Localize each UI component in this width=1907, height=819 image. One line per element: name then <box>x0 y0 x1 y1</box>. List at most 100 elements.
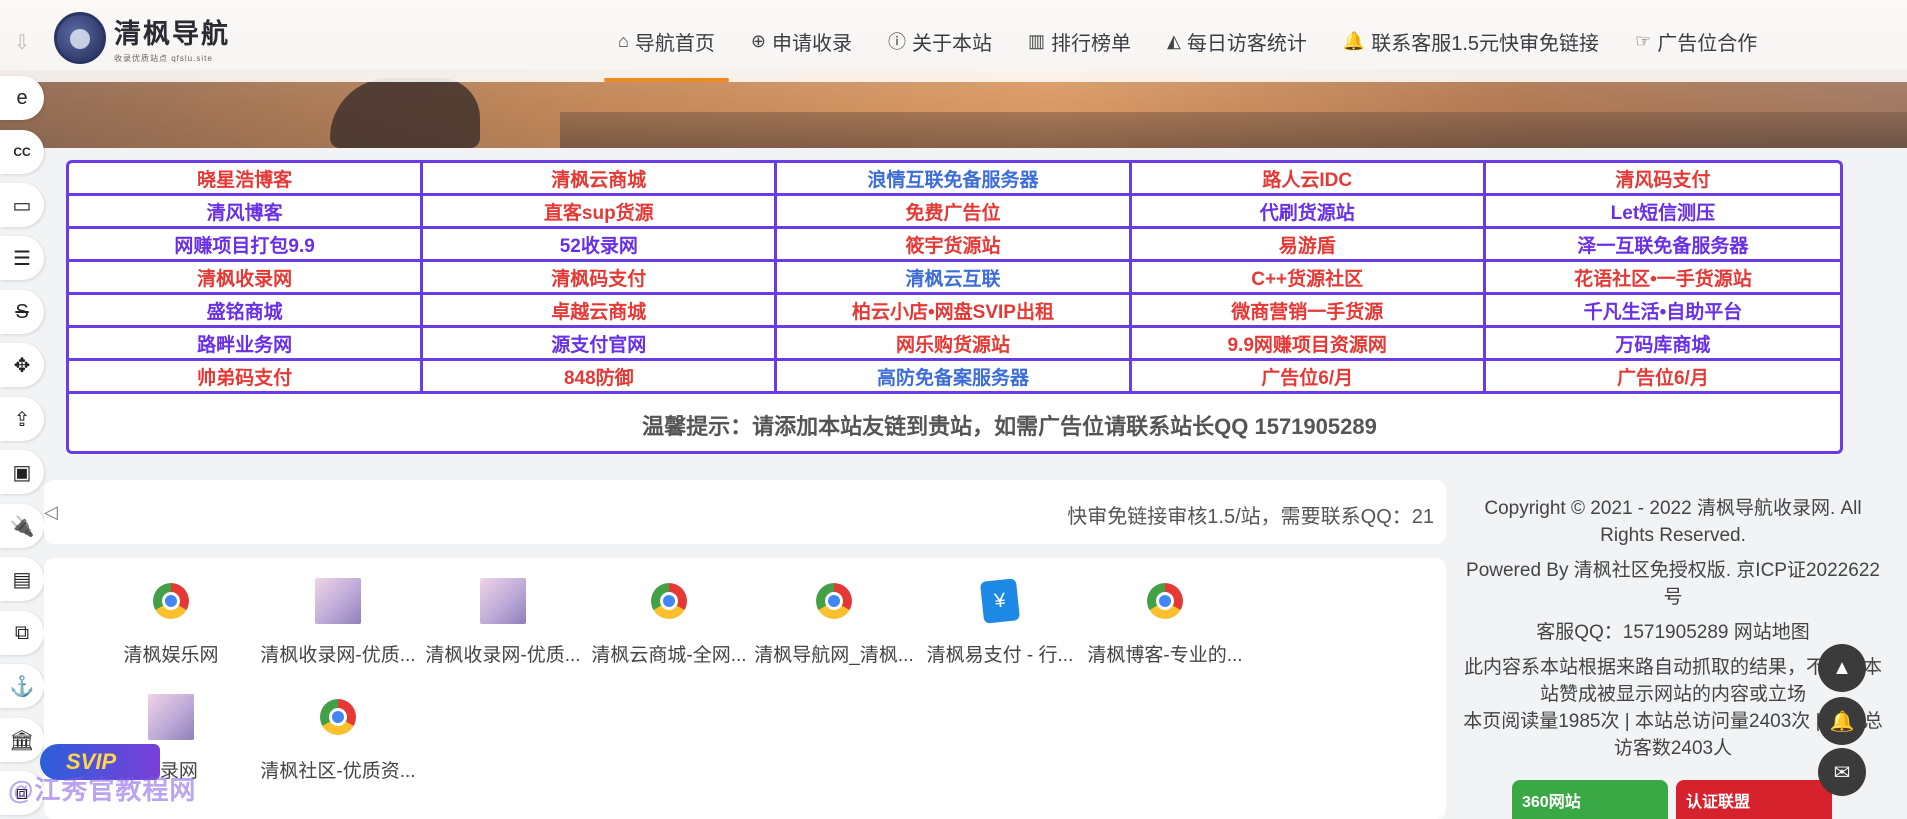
footer-copyright: Copyright © 2021 - 2022 清枫导航收录网. All Rig… <box>1484 498 1862 546</box>
nav-visitor-stats[interactable]: ◭ 每日访客统计 <box>1149 0 1325 82</box>
notice-bar: ◁ 快审免链接审核1.5/站，需要联系QQ：21 <box>44 480 1446 544</box>
friend-link[interactable]: 免费广告位 <box>777 196 1132 229</box>
logo-subtitle: 收录优质站点 qfslu.site <box>114 54 213 63</box>
file-icon[interactable]: ▤ <box>0 557 44 601</box>
nav-label: 关于本站 <box>911 32 992 55</box>
friend-link[interactable]: 广告位6/月 <box>1131 361 1486 394</box>
friend-link[interactable]: 网赚项目打包9.9 <box>69 229 424 262</box>
site-name: 清枫收录网-优质... <box>260 645 416 666</box>
friend-link[interactable]: 清枫云商城 <box>423 163 778 196</box>
info-icon: ⓘ <box>887 32 906 52</box>
friend-link[interactable]: 源支付官网 <box>423 328 778 361</box>
friend-link[interactable]: 高防免备案服务器 <box>777 361 1132 394</box>
nav-contact-service[interactable]: 🔔 联系客服1.5元快审免链接 <box>1325 0 1617 82</box>
notice-text: 快审免链接审核1.5/站，需要联系QQ：21 <box>1067 506 1434 528</box>
site-cards-panel: 清枫娱乐网 清枫收录网-优质... 清枫收录网-优质... 清枫云商城-全网... 清枫… <box>44 558 1446 819</box>
friend-link[interactable]: Let短信测压 <box>1485 196 1840 229</box>
friend-link[interactable]: 清枫云互联 <box>777 262 1132 295</box>
nav-label: 导航首页 <box>634 32 715 55</box>
nav-home[interactable]: ⌂ 导航首页 <box>600 0 733 82</box>
database-icon[interactable]: ☰ <box>0 236 44 280</box>
nav-ad-cooperation[interactable]: ☞ 广告位合作 <box>1617 0 1775 82</box>
friend-link[interactable]: 广告位6/月 <box>1485 361 1840 394</box>
nav-about[interactable]: ⓘ 关于本站 <box>870 0 1010 82</box>
nav-label: 联系客服1.5元快审免链接 <box>1371 32 1600 55</box>
friend-link[interactable]: 柏云小店•网盘SVIP出租 <box>777 295 1132 328</box>
object-group-icon[interactable]: ⧉ <box>0 611 44 655</box>
friend-link[interactable]: 代刷货源站 <box>1131 196 1486 229</box>
site-name: 清枫云商城-全网... <box>591 645 747 666</box>
friend-link[interactable]: 网乐购货源站 <box>777 328 1132 361</box>
friend-link[interactable]: 花语社区•一手货源站 <box>1485 262 1840 295</box>
bank-icon[interactable]: 🏛 <box>0 718 44 762</box>
site-card[interactable]: 清枫博客-专业的... <box>1065 578 1265 667</box>
friend-link[interactable]: 卓越云商城 <box>423 295 778 328</box>
site-name: 清枫博客-专业的... <box>1087 645 1243 666</box>
friend-link[interactable]: 晓星浩博客 <box>69 163 424 196</box>
message-button[interactable]: ✉ <box>1818 748 1866 796</box>
move-icon[interactable]: ✥ <box>0 343 44 387</box>
site-name: 清枫娱乐网 <box>123 645 219 666</box>
friend-link[interactable]: C++货源社区 <box>1131 262 1486 295</box>
friend-link[interactable]: 千凡生活•自助平台 <box>1485 295 1840 328</box>
friend-link[interactable]: 52收录网 <box>423 229 778 262</box>
friend-link[interactable]: 筱宇货源站 <box>777 229 1132 262</box>
download-icon[interactable]: ⇩ <box>0 20 44 64</box>
cc-icon[interactable]: CC <box>0 130 44 174</box>
bar-chart-icon: ▥ <box>1027 30 1045 51</box>
friend-link[interactable]: 帅弟码支付 <box>69 361 424 394</box>
friend-link[interactable]: 万码库商城 <box>1485 328 1840 361</box>
site-card[interactable]: 清枫社区-优质资... <box>238 694 438 783</box>
friend-links-table: 晓星浩博客 清枫云商城 浪情互联免备服务器 路人云IDC 清风码支付清风博客 直客sup货… <box>66 160 1843 454</box>
top-navbar: 清枫导航 收录优质站点 qfslu.site ⌂ 导航首页 ⊕ 申请收录 ⓘ 关… <box>0 0 1907 82</box>
back-to-top-button[interactable]: ▲ <box>1818 644 1866 692</box>
site-thumbnail <box>480 578 526 624</box>
banner-ridge <box>560 112 1907 148</box>
friend-link[interactable]: 清风码支付 <box>1485 163 1840 196</box>
plus-square-icon: ⊕ <box>750 30 766 51</box>
friend-link[interactable]: 浪情互联免备服务器 <box>777 163 1132 196</box>
megaphone-icon: ◁ <box>44 502 58 522</box>
upload-icon[interactable]: ⇪ <box>0 397 44 441</box>
friend-link[interactable]: 盛铭商城 <box>69 295 424 328</box>
friend-links-tip: 温馨提示：请添加本站友链到贵站，如需广告位请联系站长QQ 1571905289 <box>642 414 1377 439</box>
strikethrough-icon[interactable]: S <box>0 290 44 334</box>
ie-icon[interactable]: e <box>0 76 44 120</box>
site-name: 清枫收录网-优质... <box>425 645 581 666</box>
friend-link[interactable]: 清枫码支付 <box>423 262 778 295</box>
nav-label: 广告位合作 <box>1657 32 1758 55</box>
nav-ranking[interactable]: ▥ 排行榜单 <box>1010 0 1149 82</box>
friend-link[interactable]: 泽一互联免备服务器 <box>1485 229 1840 262</box>
nav-label: 每日访客统计 <box>1186 32 1307 55</box>
footer-badges: 360网站 认证联盟 <box>1512 780 1832 819</box>
monitor-icon[interactable]: ▭ <box>0 183 44 227</box>
badge-certified[interactable]: 认证联盟 <box>1676 780 1832 819</box>
badge-360[interactable]: 360网站 <box>1512 780 1668 819</box>
notification-button[interactable]: 🔔 <box>1818 697 1866 745</box>
friend-link[interactable]: 路畔业务网 <box>69 328 424 361</box>
friend-link[interactable]: 清风博客 <box>69 196 424 229</box>
friend-links-grid: 晓星浩博客 清枫云商城 浪情互联免备服务器 路人云IDC 清风码支付清风博客 直客sup货… <box>69 163 1840 394</box>
footer-powered[interactable]: Powered By 清枫社区免授权版. 京ICP证2022622号 <box>1458 557 1888 611</box>
nav-label: 排行榜单 <box>1050 32 1131 55</box>
site-logo[interactable]: 清枫导航 收录优质站点 qfslu.site <box>54 12 230 64</box>
chrome-icon <box>148 578 194 624</box>
plug-icon[interactable]: 🔌 <box>0 504 44 548</box>
money-icon[interactable]: ▣ <box>0 450 44 494</box>
site-thumbnail <box>315 578 361 624</box>
footer-contact[interactable]: 客服QQ：1571905289 网站地图 <box>1458 619 1888 646</box>
friend-link[interactable]: 9.9网赚项目资源网 <box>1131 328 1486 361</box>
friend-link[interactable]: 路人云IDC <box>1131 163 1486 196</box>
friend-link[interactable]: 848防御 <box>423 361 778 394</box>
site-name: 清枫导航网_清枫... <box>754 645 914 666</box>
site-name: 清枫社区-优质资... <box>260 761 416 782</box>
area-chart-icon: ◭ <box>1166 30 1181 51</box>
friend-link[interactable]: 清枫收录网 <box>69 262 424 295</box>
friend-link[interactable]: 直客sup货源 <box>423 196 778 229</box>
left-icon-rail: ⇩ e CC ▭ ☰ S ✥ ⇪ ▣ 🔌 ▤ ⧉ ⚓ 🏛 ⧈ <box>0 0 44 819</box>
friend-link[interactable]: 微商营销一手货源 <box>1131 295 1486 328</box>
logo-icon <box>54 12 106 64</box>
anchor-icon[interactable]: ⚓ <box>0 664 44 708</box>
friend-link[interactable]: 易游盾 <box>1131 229 1486 262</box>
nav-apply[interactable]: ⊕ 申请收录 <box>733 0 870 82</box>
